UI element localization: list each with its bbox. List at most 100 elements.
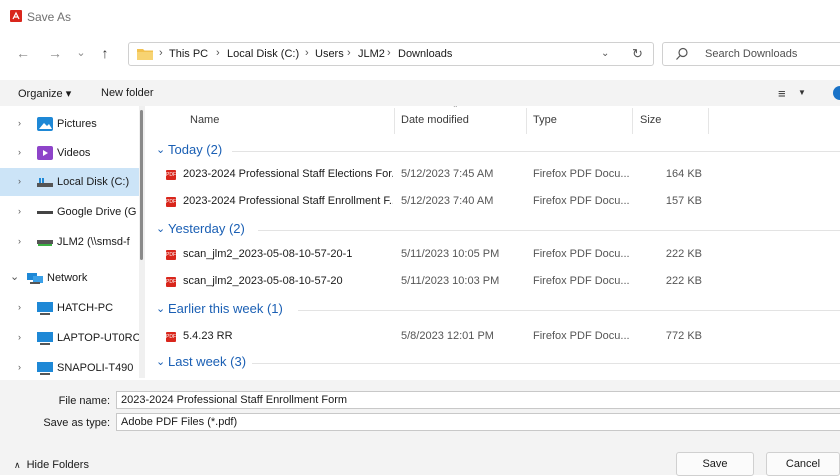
chevron-down-icon[interactable]: ⌄: [156, 222, 165, 235]
help-icon[interactable]: [833, 86, 840, 100]
sidebar-item-laptop[interactable]: › LAPTOP-UT0RC: [0, 324, 140, 352]
pdf-file-icon: PDF: [166, 332, 176, 342]
column-divider[interactable]: [632, 108, 633, 134]
sidebar-scrollbar-thumb[interactable]: [140, 110, 143, 260]
column-header-size[interactable]: Size: [640, 114, 661, 126]
table-row[interactable]: PDF scan_jlm2_2023-05-08-10-57-20 5/11/2…: [148, 271, 840, 293]
view-options-chevron-icon[interactable]: ▼: [798, 88, 806, 97]
search-placeholder: Search Downloads: [705, 48, 798, 60]
chevron-up-icon: ∧: [14, 460, 21, 470]
network-icon: [27, 273, 43, 284]
breadcrumb-local-disk[interactable]: Local Disk (C:): [227, 48, 299, 60]
file-name: 2023-2024 Professional Staff Enrollment …: [183, 195, 393, 207]
breadcrumb-separator: ›: [387, 47, 391, 59]
group-header-yesterday[interactable]: ⌄ Yesterday (2): [148, 219, 840, 241]
chevron-down-icon[interactable]: ⌄: [156, 302, 165, 315]
save-as-type-select[interactable]: Adobe PDF Files (*.pdf): [116, 413, 840, 431]
file-name: 5.4.23 RR: [183, 330, 233, 342]
sidebar-item-snapoli[interactable]: › SNAPOLI-T490: [0, 354, 140, 382]
sidebar-item-label: Local Disk (C:): [57, 176, 130, 188]
file-type: Firefox PDF Docu...: [533, 275, 630, 287]
chevron-down-icon[interactable]: ⌄: [156, 143, 165, 156]
chevron-right-icon[interactable]: ›: [18, 236, 21, 246]
chevron-right-icon[interactable]: ›: [18, 206, 21, 216]
table-row[interactable]: PDF 2023-2024 Professional Staff Electio…: [148, 164, 840, 186]
sidebar-item-videos[interactable]: › Videos: [0, 139, 140, 167]
sidebar-item-jlm2-network-drive[interactable]: › JLM2 (\\smsd-f: [0, 228, 140, 256]
file-size: 222 KB: [665, 275, 702, 287]
sidebar-item-label: HATCH-PC: [57, 302, 114, 314]
table-row[interactable]: PDF scan_jlm2_2023-05-08-10-57-20-1 5/11…: [148, 244, 840, 266]
hide-folders-label: Hide Folders: [26, 459, 89, 471]
column-header-date-modified[interactable]: Date modified: [401, 114, 469, 126]
column-header-name[interactable]: Name: [190, 114, 219, 126]
navigation-row: ← → ⌄ ↑ › This PC › Local Disk (C:) › Us…: [0, 36, 840, 72]
breadcrumb-jlm2[interactable]: JLM2: [358, 48, 385, 60]
acrobat-icon: [10, 10, 22, 22]
file-size: 222 KB: [665, 248, 702, 260]
sidebar-item-local-disk[interactable]: › Local Disk (C:): [0, 168, 140, 196]
computer-icon: [37, 362, 53, 375]
group-header-earlier-this-week[interactable]: ⌄ Earlier this week (1): [148, 299, 840, 321]
organize-button[interactable]: Organize ▾: [18, 87, 71, 100]
navigation-pane: › Pictures › Videos › Local Disk (C:) › …: [0, 106, 140, 378]
hide-folders-button[interactable]: ∧ Hide Folders: [14, 459, 89, 471]
chevron-down-icon[interactable]: ⌄: [10, 270, 19, 283]
chevron-right-icon[interactable]: ›: [18, 362, 21, 372]
group-label: Earlier this week (1): [168, 301, 283, 316]
column-divider[interactable]: [526, 108, 527, 134]
save-button[interactable]: Save: [676, 452, 754, 476]
chevron-right-icon[interactable]: ›: [18, 176, 21, 186]
sidebar-item-hatch-pc[interactable]: › HATCH-PC: [0, 294, 140, 322]
sidebar-item-label: Pictures: [57, 118, 97, 130]
breadcrumb-users[interactable]: Users: [315, 48, 344, 60]
recent-locations-button[interactable]: ⌄: [72, 44, 90, 62]
group-divider: [298, 310, 840, 311]
up-button[interactable]: ↑: [96, 44, 114, 62]
file-name-label: File name:: [58, 395, 110, 407]
sidebar-item-google-drive[interactable]: › Google Drive (G: [0, 198, 140, 226]
sidebar-item-label: JLM2 (\\smsd-f: [57, 236, 130, 248]
column-divider[interactable]: [394, 108, 395, 134]
column-divider[interactable]: [708, 108, 709, 134]
chevron-right-icon[interactable]: ›: [18, 118, 21, 128]
cancel-button[interactable]: Cancel: [766, 452, 840, 476]
command-bar: Organize ▾ New folder ≡ ▼: [0, 80, 840, 106]
pdf-file-icon: PDF: [166, 250, 176, 260]
computer-icon: [37, 332, 53, 345]
sort-indicator-icon: ⌃: [452, 106, 459, 113]
forward-button[interactable]: →: [46, 44, 64, 62]
sidebar-item-network[interactable]: ⌄ Network: [0, 264, 140, 292]
file-size: 772 KB: [665, 330, 702, 342]
search-box[interactable]: Search Downloads: [662, 42, 840, 66]
group-header-today[interactable]: ⌄ Today (2): [148, 140, 840, 162]
dialog-footer: ∧ Hide Folders Save Cancel: [0, 440, 840, 476]
save-as-type-label: Save as type:: [43, 417, 110, 429]
file-type: Firefox PDF Docu...: [533, 330, 630, 342]
network-drive-icon: [37, 240, 53, 246]
table-row[interactable]: PDF 2023-2024 Professional Staff Enrollm…: [148, 191, 840, 213]
file-size: 157 KB: [665, 195, 702, 207]
group-divider: [232, 151, 840, 152]
breadcrumb-separator: ›: [216, 47, 220, 59]
new-folder-button[interactable]: New folder: [101, 87, 154, 99]
column-header-type[interactable]: Type: [533, 114, 557, 126]
file-name-input[interactable]: 2023-2024 Professional Staff Enrollment …: [116, 391, 840, 409]
back-button[interactable]: ←: [14, 44, 32, 62]
table-row[interactable]: PDF 5.4.23 RR 5/8/2023 12:01 PM Firefox …: [148, 326, 840, 348]
view-options-icon[interactable]: ≡: [778, 86, 786, 101]
file-name: scan_jlm2_2023-05-08-10-57-20-1: [183, 248, 353, 260]
breadcrumb-this-pc[interactable]: This PC: [169, 48, 208, 60]
address-dropdown-button[interactable]: ⌄: [601, 48, 609, 59]
chevron-right-icon[interactable]: ›: [18, 302, 21, 312]
pdf-file-icon: PDF: [166, 277, 176, 287]
chevron-right-icon[interactable]: ›: [18, 332, 21, 342]
chevron-right-icon[interactable]: ›: [18, 147, 21, 157]
chevron-down-icon[interactable]: ⌄: [156, 355, 165, 368]
group-header-last-week[interactable]: ⌄ Last week (3): [148, 352, 840, 374]
file-date: 5/12/2023 7:40 AM: [401, 195, 494, 207]
refresh-button[interactable]: ↻: [632, 46, 643, 62]
sidebar-item-pictures[interactable]: › Pictures: [0, 110, 140, 138]
breadcrumb-downloads[interactable]: Downloads: [398, 48, 452, 60]
address-bar[interactable]: › This PC › Local Disk (C:) › Users › JL…: [128, 42, 654, 66]
